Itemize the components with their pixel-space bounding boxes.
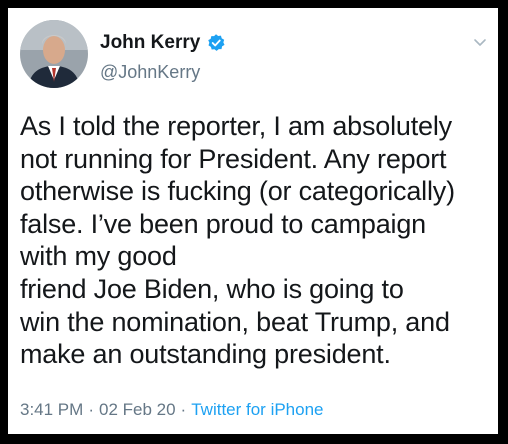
- tweet-card: John Kerry @JohnKerry As I told the repo…: [8, 8, 498, 434]
- profile-photo-icon: [20, 20, 88, 88]
- tweet-source-link[interactable]: Twitter for iPhone: [191, 400, 323, 420]
- author-row: John Kerry: [100, 32, 226, 54]
- avatar[interactable]: [20, 20, 88, 88]
- user-handle[interactable]: @JohnKerry: [100, 62, 200, 83]
- tweet-date[interactable]: 02 Feb 20: [99, 400, 176, 420]
- verified-badge-icon: [208, 34, 225, 51]
- display-name[interactable]: John Kerry: [100, 32, 200, 54]
- separator: ·: [88, 400, 94, 419]
- tweet-metadata: 3:41 PM · 02 Feb 20 · Twitter for iPhone: [20, 400, 324, 420]
- chevron-down-icon[interactable]: [472, 34, 488, 50]
- separator: ·: [180, 400, 187, 419]
- tweet-text: As I told the reporter, I am absolutely …: [20, 111, 455, 370]
- tweet-time[interactable]: 3:41 PM: [20, 400, 83, 420]
